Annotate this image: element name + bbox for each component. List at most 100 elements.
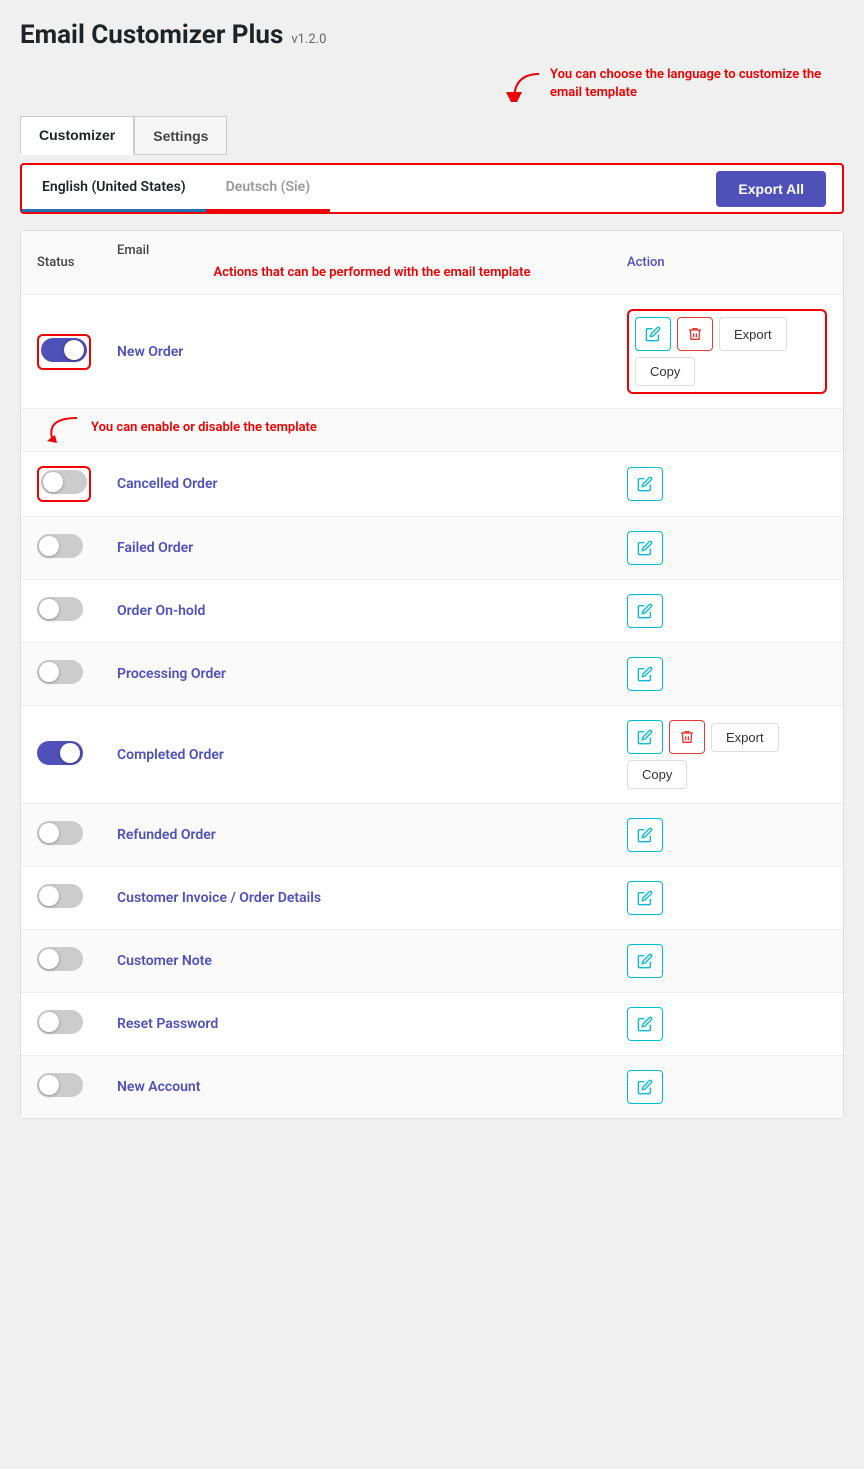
action-group-bordered-new-order: Export Copy — [627, 309, 827, 394]
table-row-processing-order: Processing Order — [21, 643, 843, 706]
edit-button-new-account[interactable] — [627, 1070, 663, 1104]
row-status-customer-invoice — [37, 884, 117, 912]
nav-tabs: Customizer Settings — [20, 116, 844, 155]
pencil-icon — [637, 476, 653, 492]
pencil-icon — [637, 729, 653, 745]
app-title: Email Customizer Plus — [20, 20, 283, 50]
edit-button-customer-note[interactable] — [627, 944, 663, 978]
row-status-completed-order — [37, 741, 117, 769]
arrow-down-left-icon — [504, 72, 544, 102]
email-label-customer-note[interactable]: Customer Note — [117, 953, 627, 969]
email-label-processing-order[interactable]: Processing Order — [117, 666, 627, 682]
table-row-failed-order: Failed Order — [21, 517, 843, 580]
pencil-icon — [637, 827, 653, 843]
table-row-cancelled-order: Cancelled Order — [21, 452, 843, 517]
toggle-failed-order[interactable] — [37, 534, 83, 558]
app-version: v1.2.0 — [291, 32, 326, 47]
lang-tab-german[interactable]: Deutsch (Sie) — [206, 165, 330, 212]
edit-button-refunded-order[interactable] — [627, 818, 663, 852]
header-email: Email Actions that can be performed with… — [117, 243, 627, 282]
toggle-arrow-icon — [37, 413, 87, 443]
delete-button-completed-order[interactable] — [669, 720, 705, 754]
edit-button-completed-order[interactable] — [627, 720, 663, 754]
row-status-new-account — [37, 1073, 117, 1101]
language-tabs: English (United States) Deutsch (Sie) — [22, 165, 330, 212]
toggle-refunded-order[interactable] — [37, 821, 83, 845]
toggle-customer-note[interactable] — [37, 947, 83, 971]
toggle-cancelled-order[interactable] — [41, 470, 87, 494]
email-label-order-on-hold[interactable]: Order On-hold — [117, 603, 627, 619]
export-button-completed-order[interactable]: Export — [711, 723, 779, 752]
page-header: Email Customizer Plus v1.2.0 — [20, 20, 844, 50]
email-label-new-order[interactable]: New Order — [117, 344, 627, 360]
toggle-bordered-new-order — [37, 334, 91, 370]
header-action: Action — [627, 255, 827, 270]
trash-icon — [687, 326, 703, 342]
toggle-new-account[interactable] — [37, 1073, 83, 1097]
actions-new-order: Export Copy — [627, 309, 827, 394]
table-row-reset-password: Reset Password — [21, 993, 843, 1056]
copy-button-new-order[interactable]: Copy — [635, 357, 695, 386]
pencil-icon — [637, 666, 653, 682]
tab-customizer[interactable]: Customizer — [20, 116, 134, 155]
edit-button-new-order[interactable] — [635, 317, 671, 351]
toggle-completed-order[interactable] — [37, 741, 83, 765]
actions-customer-invoice — [627, 881, 827, 915]
actions-cancelled-order — [627, 467, 827, 501]
lang-tab-english[interactable]: English (United States) — [22, 165, 206, 212]
email-label-refunded-order[interactable]: Refunded Order — [117, 827, 627, 843]
edit-button-reset-password[interactable] — [627, 1007, 663, 1041]
actions-annotation: Actions that can be performed with the e… — [117, 264, 627, 282]
pencil-icon — [637, 540, 653, 556]
email-label-new-account[interactable]: New Account — [117, 1079, 627, 1095]
actions-reset-password — [627, 1007, 827, 1041]
export-button-new-order[interactable]: Export — [719, 317, 787, 351]
email-label-cancelled-order[interactable]: Cancelled Order — [117, 476, 627, 492]
toggle-customer-invoice[interactable] — [37, 884, 83, 908]
row-status-processing-order — [37, 660, 117, 688]
edit-button-failed-order[interactable] — [627, 531, 663, 565]
language-section: English (United States) Deutsch (Sie) Ex… — [20, 163, 844, 214]
table-row-new-order: New Order — [21, 295, 843, 409]
edit-button-processing-order[interactable] — [627, 657, 663, 691]
toggle-annotation-row: You can enable or disable the template — [21, 409, 843, 452]
edit-button-order-on-hold[interactable] — [627, 594, 663, 628]
actions-failed-order — [627, 531, 827, 565]
email-templates-table: Status Email Actions that can be perform… — [20, 230, 844, 1119]
trash-icon — [679, 729, 695, 745]
email-label-completed-order[interactable]: Completed Order — [117, 747, 627, 763]
table-row-refunded-order: Refunded Order — [21, 804, 843, 867]
email-label-customer-invoice[interactable]: Customer Invoice / Order Details — [117, 890, 627, 906]
pencil-icon — [637, 953, 653, 969]
toggle-reset-password[interactable] — [37, 1010, 83, 1034]
table-row-order-on-hold: Order On-hold — [21, 580, 843, 643]
edit-button-customer-invoice[interactable] — [627, 881, 663, 915]
copy-button-completed-order[interactable]: Copy — [627, 760, 687, 789]
email-label-failed-order[interactable]: Failed Order — [117, 540, 627, 556]
email-label-reset-password[interactable]: Reset Password — [117, 1016, 627, 1032]
toggle-processing-order[interactable] — [37, 660, 83, 684]
pencil-icon — [637, 890, 653, 906]
row-status-failed-order — [37, 534, 117, 562]
actions-customer-note — [627, 944, 827, 978]
tab-settings[interactable]: Settings — [134, 116, 227, 155]
toggle-bordered-cancelled-order — [37, 466, 91, 502]
export-all-button[interactable]: Export All — [716, 171, 826, 207]
toggle-order-on-hold[interactable] — [37, 597, 83, 621]
row-status-cancelled-order — [37, 466, 117, 502]
table-header: Status Email Actions that can be perform… — [21, 231, 843, 295]
table-row-customer-note: Customer Note — [21, 930, 843, 993]
pencil-icon — [637, 603, 653, 619]
header-status: Status — [37, 255, 117, 270]
table-row-new-account: New Account — [21, 1056, 843, 1118]
pencil-icon — [637, 1016, 653, 1032]
table-row-completed-order: Completed Order Expo — [21, 706, 843, 804]
toggle-annotation: You can enable or disable the template — [91, 419, 317, 437]
row-status-reset-password — [37, 1010, 117, 1038]
row-status-customer-note — [37, 947, 117, 975]
toggle-new-order[interactable] — [41, 338, 87, 362]
language-annotation: You can choose the language to customize… — [550, 66, 844, 102]
actions-completed-order: Export Copy — [627, 720, 827, 789]
delete-button-new-order[interactable] — [677, 317, 713, 351]
edit-button-cancelled-order[interactable] — [627, 467, 663, 501]
